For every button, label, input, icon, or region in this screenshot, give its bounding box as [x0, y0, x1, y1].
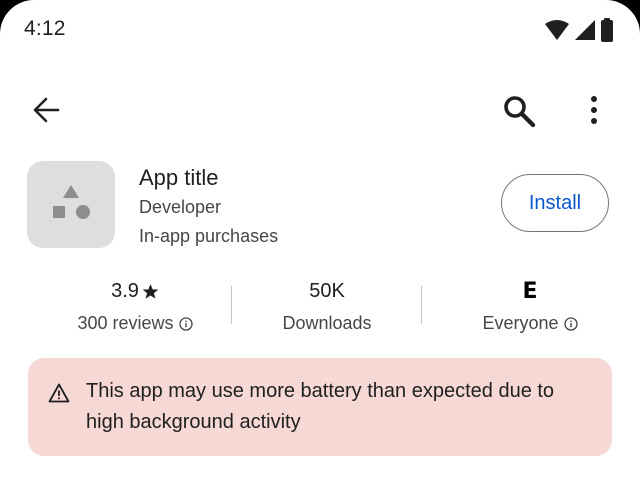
battery-icon: [601, 18, 613, 42]
stats-divider: [231, 286, 232, 324]
content-rating-label-row: Everyone: [440, 313, 620, 334]
cellular-signal-icon: [575, 20, 595, 40]
app-icon: [27, 161, 115, 248]
info-icon: [178, 316, 193, 331]
reviews-count: 300 reviews: [77, 313, 174, 333]
more-options-button[interactable]: [580, 92, 608, 130]
search-icon: [504, 96, 536, 128]
stats-divider: [421, 286, 422, 324]
status-time: 4:12: [24, 17, 66, 40]
content-rating-label: Everyone: [482, 313, 559, 333]
esrb-e-icon: E: [522, 278, 538, 304]
install-button[interactable]: Install: [501, 174, 609, 232]
status-icons: [544, 18, 614, 42]
rating-value: 3.9: [111, 279, 139, 302]
arrow-back-icon: [33, 97, 60, 123]
shapes-placeholder-icon: [53, 185, 90, 219]
info-icon: [563, 316, 578, 331]
warning-message: This app may use more battery than expec…: [86, 380, 555, 433]
app-details-screen: 4:12 App title Developer In-app purchase…: [0, 0, 640, 498]
developer-link[interactable]: Developer: [139, 197, 221, 218]
battery-warning-banner: This app may use more battery than expec…: [28, 358, 612, 456]
content-rating-stat[interactable]: E Everyone: [440, 278, 620, 334]
content-rating-value-row: E: [440, 278, 620, 304]
wifi-icon: [545, 20, 569, 40]
rating-stat[interactable]: 3.9 300 reviews: [52, 278, 218, 334]
rating-label-row: 300 reviews: [52, 313, 218, 334]
back-button[interactable]: [30, 93, 64, 127]
downloads-stat: 50K Downloads: [252, 278, 402, 334]
search-button[interactable]: [500, 92, 538, 130]
app-title: App title: [139, 165, 219, 190]
rating-value-row: 3.9: [52, 278, 218, 304]
in-app-purchases-label: In-app purchases: [139, 226, 279, 246]
more-vert-icon: [591, 96, 597, 124]
star-icon: [142, 283, 159, 299]
downloads-label: Downloads: [282, 313, 372, 333]
downloads-value: 50K: [309, 279, 345, 302]
warning-icon: [48, 383, 70, 403]
